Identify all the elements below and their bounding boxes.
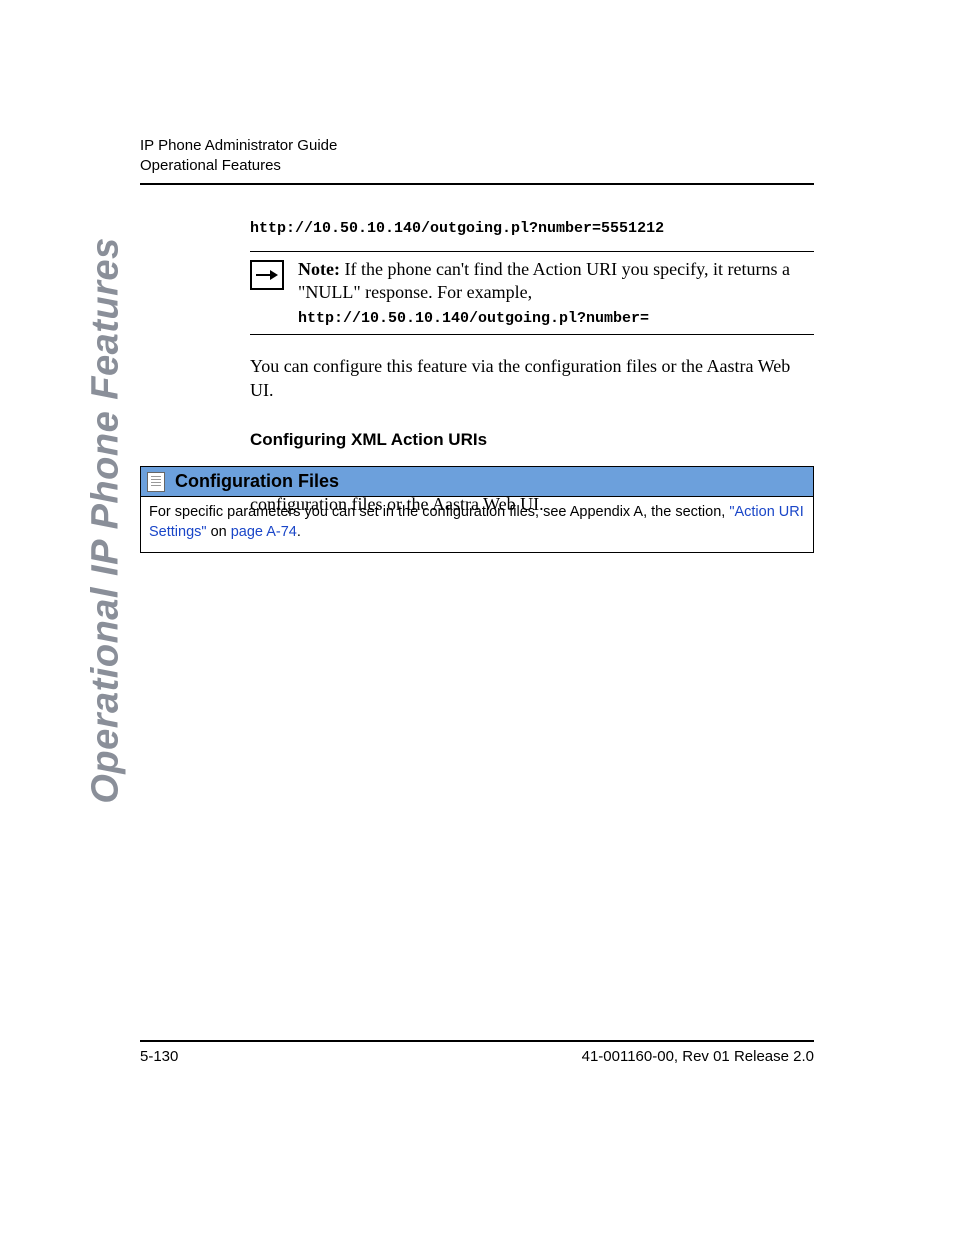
config-files-body: For specific parameters you can set in t… [141,497,813,552]
document-icon [147,472,165,492]
config-box-wrap: Configuration Files For specific paramet… [140,466,814,553]
footer: 5-130 41-001160-00, Rev 01 Release 2.0 [140,1040,814,1065]
config-body-mid: on [207,524,231,540]
side-tab: Operational IP Phone Features [84,240,128,800]
header-line-2: Operational Features [140,156,814,176]
doc-revision: 41-001160-00, Rev 01 Release 2.0 [582,1048,814,1065]
config-body-prefix: For specific parameters you can set in t… [149,504,729,520]
config-files-box: Configuration Files For specific paramet… [140,466,814,553]
footer-rule [140,1040,814,1042]
page-number: 5-130 [140,1048,178,1065]
config-files-title: Configuration Files [175,471,339,492]
note-text: Note: If the phone can't find the Action… [298,258,814,328]
note-body: If the phone can't find the Action URI y… [298,259,790,302]
running-header: IP Phone Administrator Guide Operational… [140,136,814,185]
paragraph-1: You can configure this feature via the c… [250,355,814,402]
header-rule [140,183,814,185]
subheading: Configuring XML Action URIs [250,430,814,450]
config-files-header: Configuration Files [141,467,813,497]
link-page-a74[interactable]: page A-74 [231,524,297,540]
config-body-suffix: . [297,524,301,540]
header-line-1: IP Phone Administrator Guide [140,136,814,156]
side-tab-label: Operational IP Phone Features [85,237,128,803]
note-box: Note: If the phone can't find the Action… [250,251,814,335]
footer-row: 5-130 41-001160-00, Rev 01 Release 2.0 [140,1048,814,1065]
page: Operational IP Phone Features IP Phone A… [0,0,954,1235]
note-example-url: http://10.50.10.140/outgoing.pl?number= [298,309,814,329]
arrow-right-icon [250,260,284,290]
example-url-1: http://10.50.10.140/outgoing.pl?number=5… [250,220,814,237]
note-label: Note: [298,259,340,279]
